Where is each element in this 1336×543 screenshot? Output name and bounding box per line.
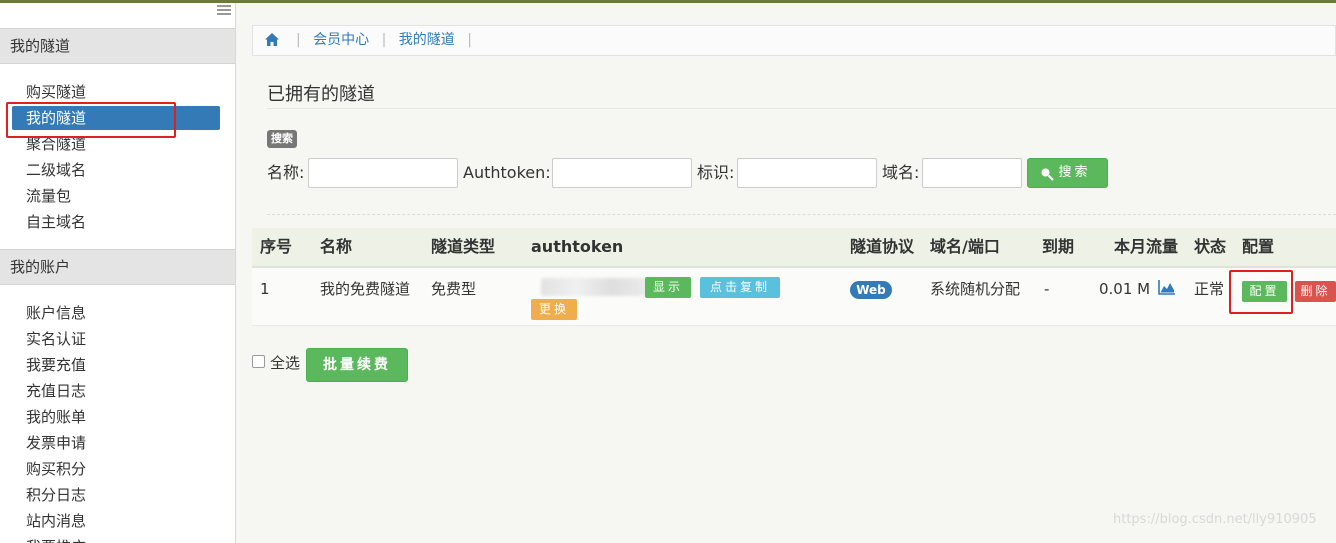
sidebar-item-recharge-log[interactable]: 充值日志 bbox=[26, 379, 86, 403]
authtoken-masked bbox=[541, 278, 659, 296]
area-chart-icon[interactable] bbox=[1158, 279, 1176, 295]
th-expire: 到期 bbox=[1042, 237, 1075, 256]
th-config: 配置 bbox=[1242, 237, 1275, 256]
domain-label: 域名: bbox=[882, 163, 920, 182]
sidebar-item-traffic-pack[interactable]: 流量包 bbox=[26, 184, 71, 208]
th-index: 序号 bbox=[260, 237, 293, 256]
sidebar-item-my-tunnels[interactable]: 我的隧道 bbox=[12, 106, 220, 130]
sidebar-item-verification[interactable]: 实名认证 bbox=[26, 327, 86, 351]
select-all-checkbox[interactable] bbox=[252, 355, 265, 368]
cell-expire: - bbox=[1044, 280, 1050, 298]
domain-input[interactable] bbox=[922, 158, 1022, 188]
sidebar-item-custom-domain[interactable]: 自主域名 bbox=[26, 210, 86, 234]
th-domain-port: 域名/端口 bbox=[930, 237, 1000, 256]
copy-token-button[interactable]: 点击复制 bbox=[700, 277, 780, 298]
cell-status: 正常 bbox=[1194, 280, 1225, 298]
dashed-divider bbox=[267, 214, 1336, 215]
sidebar-item-aggregate-tunnel[interactable]: 聚合隧道 bbox=[26, 132, 86, 156]
sidebar-item-my-bills[interactable]: 我的账单 bbox=[26, 405, 86, 429]
sidebar-item-promote[interactable]: 我要推广 bbox=[26, 535, 86, 543]
sidebar-item-recharge[interactable]: 我要充值 bbox=[26, 353, 86, 377]
search-button[interactable]: 搜索 bbox=[1027, 158, 1108, 188]
th-traffic: 本月流量 bbox=[1114, 237, 1179, 256]
delete-button[interactable]: 删除 bbox=[1295, 281, 1336, 302]
config-button[interactable]: 配置 bbox=[1242, 281, 1287, 302]
authtoken-label: Authtoken: bbox=[463, 163, 551, 182]
table-header: 序号 名称 隧道类型 authtoken 隧道协议 域名/端口 到期 本月流量 … bbox=[252, 228, 1336, 268]
sidebar-item-buy-tunnel[interactable]: 购买隧道 bbox=[26, 80, 86, 104]
cell-domain: 系统随机分配 bbox=[930, 280, 1021, 298]
sidebar-item-invoice[interactable]: 发票申请 bbox=[26, 431, 86, 455]
th-name: 名称 bbox=[320, 237, 353, 256]
tag-label: 标识: bbox=[697, 163, 735, 182]
cell-type: 免费型 bbox=[431, 280, 477, 298]
cell-name: 我的免费隧道 bbox=[320, 280, 411, 298]
sidebar-collapse-icon[interactable] bbox=[217, 5, 231, 15]
authtoken-input[interactable] bbox=[552, 158, 692, 188]
name-input[interactable] bbox=[308, 158, 458, 188]
sidebar-item-account-info[interactable]: 账户信息 bbox=[26, 301, 86, 325]
breadcrumb-member-center[interactable]: 会员中心 bbox=[313, 32, 369, 48]
sidebar: 我的隧道 购买隧道 我的隧道 聚合隧道 二级域名 流量包 自主域名 我的账户 账… bbox=[0, 3, 236, 543]
sidebar-section-account[interactable]: 我的账户 bbox=[0, 249, 235, 285]
batch-renew-button[interactable]: 批量续费 bbox=[306, 348, 408, 382]
title-divider bbox=[267, 108, 1336, 109]
cell-traffic: 0.01 M bbox=[1099, 280, 1151, 298]
watermark: https://blog.csdn.net/lly910905 bbox=[1113, 512, 1317, 527]
sidebar-item-buy-points[interactable]: 购买积分 bbox=[26, 457, 86, 481]
table-row: 1 我的免费隧道 免费型 显示 点击复制 更换 Web 系统随机分配 - 0.0… bbox=[252, 268, 1336, 326]
cell-index: 1 bbox=[260, 280, 270, 298]
th-type: 隧道类型 bbox=[431, 237, 496, 256]
th-authtoken: authtoken bbox=[531, 237, 624, 256]
search-badge: 搜索 bbox=[267, 130, 297, 148]
select-all-label[interactable]: 全选 bbox=[270, 352, 300, 373]
page-title: 已拥有的隧道 bbox=[267, 84, 375, 105]
tag-input[interactable] bbox=[737, 158, 877, 188]
show-token-button[interactable]: 显示 bbox=[645, 277, 691, 298]
search-button-label: 搜索 bbox=[1058, 165, 1091, 180]
search-icon bbox=[1041, 168, 1054, 181]
breadcrumb: | 会员中心 | 我的隧道 | bbox=[252, 25, 1336, 56]
sidebar-section-tunnels[interactable]: 我的隧道 bbox=[0, 28, 235, 64]
sidebar-item-points-log[interactable]: 积分日志 bbox=[26, 483, 86, 507]
sidebar-item-messages[interactable]: 站内消息 bbox=[26, 509, 86, 533]
main-content: | 会员中心 | 我的隧道 | 已拥有的隧道 搜索 名称: Authtoken:… bbox=[237, 3, 1336, 543]
protocol-badge: Web bbox=[850, 281, 892, 299]
th-protocol: 隧道协议 bbox=[850, 237, 915, 256]
sidebar-item-subdomain[interactable]: 二级域名 bbox=[26, 158, 86, 182]
breadcrumb-my-tunnels[interactable]: 我的隧道 bbox=[399, 32, 455, 48]
change-token-button[interactable]: 更换 bbox=[531, 299, 577, 320]
th-status: 状态 bbox=[1194, 237, 1227, 256]
name-label: 名称: bbox=[267, 163, 305, 182]
home-icon[interactable] bbox=[264, 32, 280, 47]
